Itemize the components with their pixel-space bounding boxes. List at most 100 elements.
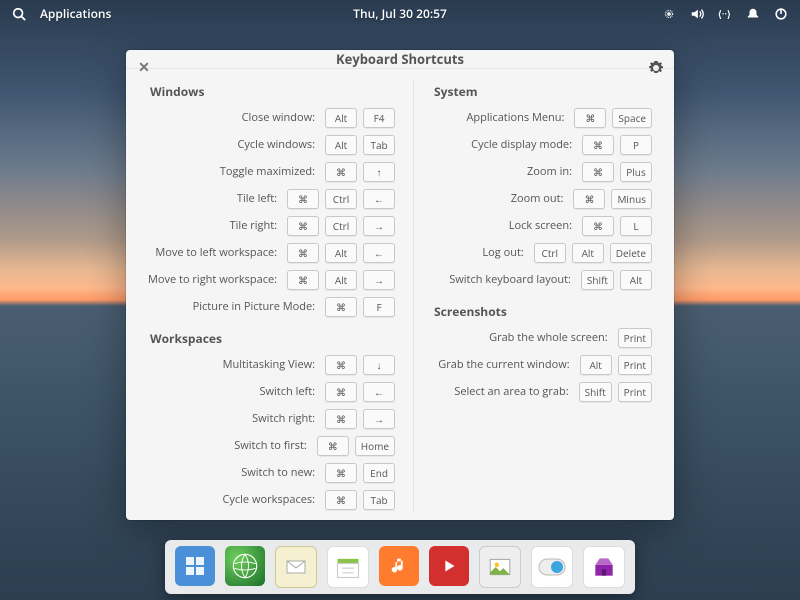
keycap: ⌘	[325, 382, 357, 402]
shortcut-row: Applications Menu: ⌘ Space	[432, 104, 652, 131]
shortcut-label: Zoom out:	[511, 191, 564, 206]
keycap: ⌘	[573, 189, 605, 209]
section-workspaces: Workspaces	[150, 330, 395, 347]
shortcut-row: Log out: Ctrl Alt Delete	[432, 239, 652, 266]
shortcut-row: Zoom in: ⌘ Plus	[432, 158, 652, 185]
applications-menu[interactable]: Applications	[40, 5, 111, 22]
keycap: Shift	[579, 382, 612, 402]
shortcut-row: Cycle windows: Alt Tab	[148, 131, 395, 158]
section-system: System	[434, 83, 652, 100]
dock-browser-icon[interactable]	[225, 546, 265, 586]
dock	[165, 540, 635, 594]
keycap: ⌘	[287, 270, 319, 290]
keycap: Print	[618, 355, 652, 375]
shortcut-label: Switch left:	[259, 384, 315, 399]
dock-music-icon[interactable]	[379, 546, 419, 586]
keycap: ←	[363, 189, 395, 209]
search-icon[interactable]	[12, 5, 26, 22]
shortcut-row: Switch to new: ⌘ End	[148, 459, 395, 486]
close-icon[interactable]: ✕	[136, 60, 152, 76]
network-icon[interactable]: ⟨··⟩	[718, 5, 732, 22]
shortcut-label: Picture in Picture Mode:	[193, 299, 315, 314]
column-right: System Applications Menu: ⌘ Space Cycle …	[413, 79, 670, 513]
keycap: Tab	[363, 490, 395, 510]
keycap: Print	[618, 382, 652, 402]
shortcut-row: Cycle display mode: ⌘ P	[432, 131, 652, 158]
keycap: Ctrl	[325, 216, 357, 236]
shortcut-row: Zoom out: ⌘ Minus	[432, 185, 652, 212]
shortcut-row: Multitasking View: ⌘ ↓	[148, 351, 395, 378]
dialog-header: ✕ Keyboard Shortcuts	[126, 50, 674, 69]
dock-switchboard-icon[interactable]	[531, 546, 573, 588]
sound-icon[interactable]	[690, 5, 704, 22]
keycap: Ctrl	[325, 189, 357, 209]
shortcut-label: Zoom in:	[527, 164, 572, 179]
shortcut-label: Tile right:	[230, 218, 277, 233]
keycap: Print	[618, 328, 652, 348]
keycap: ↑	[363, 162, 395, 182]
shortcut-row: Tile left: ⌘ Ctrl ←	[148, 185, 395, 212]
dialog-title: Keyboard Shortcuts	[336, 50, 464, 68]
shortcut-label: Cycle windows:	[237, 137, 315, 152]
keycap: L	[620, 216, 652, 236]
shortcut-label: Switch keyboard layout:	[449, 272, 571, 287]
keycap: Shift	[581, 270, 614, 290]
shortcut-label: Cycle display mode:	[471, 137, 572, 152]
keycap: ⌘	[317, 436, 349, 456]
keycap: ⌘	[325, 297, 357, 317]
shortcut-label: Applications Menu:	[466, 110, 564, 125]
power-icon[interactable]	[774, 5, 788, 22]
shortcut-label: Log out:	[482, 245, 523, 260]
shortcut-row: Close window: Alt F4	[148, 104, 395, 131]
keycap: Plus	[620, 162, 652, 182]
shortcut-row: Picture in Picture Mode: ⌘ F	[148, 293, 395, 320]
dock-appcenter-icon[interactable]	[583, 546, 625, 588]
keycap: ⌘	[287, 243, 319, 263]
keycap: Minus	[611, 189, 652, 209]
shortcut-row: Move to right workspace: ⌘ Alt →	[148, 266, 395, 293]
shortcut-label: Move to left workspace:	[155, 245, 277, 260]
clock[interactable]: Thu, Jul 30 20:57	[353, 5, 447, 22]
gear-icon[interactable]	[648, 60, 664, 76]
keycap: Home	[355, 436, 395, 456]
shortcut-label: Select an area to grab:	[454, 384, 568, 399]
keycap: ⌘	[287, 216, 319, 236]
dock-multitasking-icon[interactable]	[175, 546, 215, 586]
shortcut-row: Grab the current window: Alt Print	[432, 351, 652, 378]
keycap: Alt	[325, 243, 357, 263]
dock-photos-icon[interactable]	[479, 546, 521, 588]
shortcut-row: Switch keyboard layout: Shift Alt	[432, 266, 652, 293]
shortcut-label: Cycle workspaces:	[222, 492, 315, 507]
keycap: ←	[363, 382, 395, 402]
section-windows: Windows	[150, 83, 395, 100]
dock-videos-icon[interactable]	[429, 546, 469, 586]
keycap: F	[363, 297, 395, 317]
keycap: ⌘	[574, 108, 606, 128]
keycap: ⌘	[325, 490, 357, 510]
keycap: Delete	[610, 243, 652, 263]
keycap: →	[363, 270, 395, 290]
shortcut-row: Select an area to grab: Shift Print	[432, 378, 652, 405]
shortcut-row: Move to left workspace: ⌘ Alt ←	[148, 239, 395, 266]
shortcut-label: Lock screen:	[509, 218, 572, 233]
shortcut-row: Lock screen: ⌘ L	[432, 212, 652, 239]
keycap: ⌘	[582, 135, 614, 155]
shortcut-row: Tile right: ⌘ Ctrl →	[148, 212, 395, 239]
night-light-icon[interactable]	[662, 5, 676, 22]
dock-mail-icon[interactable]	[275, 546, 317, 588]
shortcut-label: Grab the whole screen:	[489, 330, 608, 345]
keycap: ⌘	[325, 463, 357, 483]
keycap: P	[620, 135, 652, 155]
notifications-icon[interactable]	[746, 5, 760, 22]
keycap: ⌘	[287, 189, 319, 209]
keycap: Space	[612, 108, 652, 128]
shortcut-label: Switch to new:	[241, 465, 315, 480]
shortcut-label: Grab the current window:	[438, 357, 569, 372]
keycap: ⌘	[325, 355, 357, 375]
dock-calendar-icon[interactable]	[327, 546, 369, 588]
keycap: End	[363, 463, 395, 483]
keycap: ⌘	[325, 409, 357, 429]
svg-text:⟨··⟩: ⟨··⟩	[718, 8, 731, 21]
keyboard-shortcuts-dialog: ✕ Keyboard Shortcuts Windows Close windo…	[126, 50, 674, 520]
keycap: Tab	[363, 135, 395, 155]
